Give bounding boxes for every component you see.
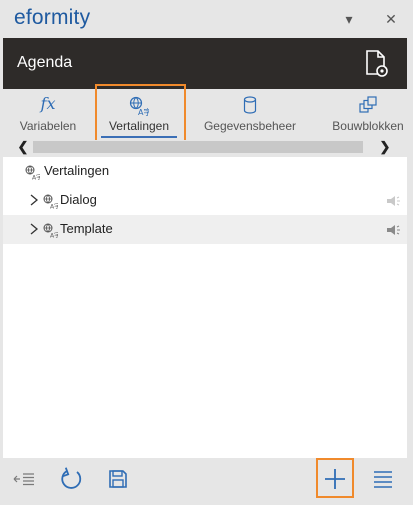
menu-icon bbox=[374, 471, 392, 488]
scroll-left-button[interactable]: ❮ bbox=[11, 139, 35, 154]
translate-icon: A字 bbox=[43, 223, 58, 238]
speaker-icon bbox=[387, 225, 400, 235]
translate-icon: A字 bbox=[129, 96, 151, 121]
fx-icon: fx bbox=[40, 94, 56, 113]
translations-tree: A字 Vertalingen A字 Dialog A字 Template bbox=[3, 157, 407, 458]
tab-label: Bouwblokken bbox=[332, 119, 404, 133]
document-settings-button[interactable] bbox=[363, 49, 389, 77]
chevron-right-icon[interactable] bbox=[29, 222, 39, 236]
tree-root-vertalingen[interactable]: A字 Vertalingen bbox=[3, 157, 407, 186]
app-title: eformity bbox=[14, 6, 91, 29]
page-header: Agenda bbox=[3, 38, 407, 89]
tab-label: Variabelen bbox=[19, 119, 77, 133]
tab-scrollbar-track[interactable] bbox=[33, 141, 363, 153]
tab-variabelen[interactable]: fx Variabelen bbox=[8, 89, 88, 140]
database-icon bbox=[243, 96, 257, 119]
outdent-button[interactable] bbox=[9, 464, 39, 494]
chevron-down-icon: ▾ bbox=[345, 10, 353, 27]
page-title: Agenda bbox=[17, 54, 73, 71]
refresh-icon bbox=[61, 467, 82, 489]
tree-item-label: Vertalingen bbox=[44, 163, 110, 178]
pane-title-bar: eformity ▾ ✕ bbox=[0, 0, 413, 38]
tree-item-dialog[interactable]: A字 Dialog bbox=[3, 186, 407, 215]
svg-text:A字: A字 bbox=[50, 203, 58, 210]
menu-button[interactable] bbox=[368, 464, 398, 494]
chevron-right-icon: ❯ bbox=[379, 139, 391, 154]
translate-icon: A字 bbox=[43, 194, 58, 209]
pane-options-button[interactable]: ▾ bbox=[338, 8, 360, 30]
active-tab-indicator bbox=[101, 136, 177, 138]
close-pane-button[interactable]: ✕ bbox=[380, 8, 402, 30]
tree-item-template[interactable]: A字 Template bbox=[3, 215, 407, 244]
speaker-icon bbox=[387, 196, 400, 206]
tree-item-label: Dialog bbox=[60, 192, 97, 207]
svg-text:A字: A字 bbox=[32, 174, 40, 181]
add-button[interactable] bbox=[320, 464, 350, 494]
eformity-pane: eformity ▾ ✕ Agenda fx Variabelen A字 Ver… bbox=[0, 0, 413, 505]
tab-vertalingen[interactable]: A字 Vertalingen bbox=[96, 89, 182, 140]
tab-label: Gegevensbeheer bbox=[203, 119, 297, 133]
add-icon bbox=[325, 469, 345, 489]
document-settings-icon bbox=[366, 50, 388, 77]
close-icon: ✕ bbox=[385, 10, 397, 27]
building-blocks-icon bbox=[359, 96, 377, 119]
save-icon bbox=[109, 470, 127, 488]
svg-text:A字: A字 bbox=[50, 232, 58, 239]
tab-scroller: ❮ ❯ bbox=[3, 139, 407, 154]
tab-label: Vertalingen bbox=[108, 119, 170, 133]
tab-gegevensbeheer[interactable]: Gegevensbeheer bbox=[199, 89, 301, 140]
svg-text:A字: A字 bbox=[138, 107, 149, 116]
refresh-button[interactable] bbox=[56, 464, 86, 494]
chevron-left-icon: ❮ bbox=[17, 139, 29, 154]
outdent-icon bbox=[13, 473, 34, 486]
scroll-right-button[interactable]: ❯ bbox=[373, 139, 397, 154]
tree-item-label: Template bbox=[60, 221, 113, 236]
save-button[interactable] bbox=[103, 464, 133, 494]
translate-icon: A字 bbox=[25, 165, 40, 180]
bottom-toolbar bbox=[3, 458, 407, 502]
tab-bouwblokken[interactable]: Bouwblokken bbox=[329, 89, 407, 140]
tab-strip: fx Variabelen A字 Vertalingen Gegevensbeh… bbox=[3, 89, 407, 140]
chevron-right-icon[interactable] bbox=[29, 193, 39, 207]
